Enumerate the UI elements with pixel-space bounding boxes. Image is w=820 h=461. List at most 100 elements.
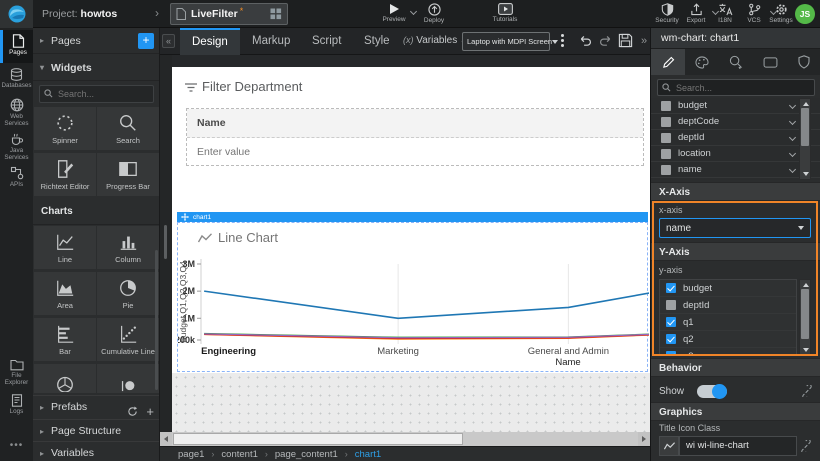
field-row-name[interactable]: name: [651, 162, 820, 178]
rail-item-apis[interactable]: APIs: [0, 162, 33, 192]
widget-tile-bar-chart[interactable]: Bar: [34, 318, 96, 361]
scrollbar-thumb[interactable]: [801, 289, 809, 339]
tab-script[interactable]: Script: [300, 28, 353, 55]
rail-item-file-explorer[interactable]: File Explorer: [0, 355, 33, 390]
undo-button[interactable]: [578, 33, 593, 48]
scrollbar-thumb[interactable]: [801, 108, 809, 146]
y-axis-list-scrollbar[interactable]: [799, 279, 811, 356]
livefilter-form[interactable]: Name: [186, 108, 644, 166]
line-chart-widget-body[interactable]: Line Chart 3M2M1M200kEngineeringMarketin…: [177, 222, 648, 372]
checkbox[interactable]: [661, 133, 671, 143]
rail-item-java-services[interactable]: Java Services: [0, 128, 33, 162]
tab-design[interactable]: Design: [180, 28, 240, 55]
widget-tile-line-chart[interactable]: Line: [34, 226, 96, 269]
rail-item-pages[interactable]: Pages: [0, 30, 33, 63]
preview-button[interactable]: Preview: [374, 3, 414, 23]
checkbox[interactable]: [661, 165, 671, 175]
redo-button[interactable]: [598, 33, 613, 48]
checkbox[interactable]: [666, 317, 676, 327]
tab-styles[interactable]: [685, 49, 719, 75]
scroll-down-arrow[interactable]: [803, 348, 809, 352]
rail-item-logs[interactable]: Logs: [0, 390, 33, 420]
y-axis-section-header[interactable]: Y-Axis: [651, 242, 820, 261]
widget-tile-richtext-editor[interactable]: Richtext Editor: [34, 153, 96, 196]
checkbox[interactable]: [661, 149, 671, 159]
tab-device[interactable]: [753, 49, 787, 75]
breadcrumb-content1[interactable]: content1: [221, 449, 257, 460]
bind-property-icon[interactable]: [801, 385, 813, 397]
chevron-down-icon[interactable]: [789, 166, 796, 173]
field-row-deptid[interactable]: deptId: [651, 130, 820, 146]
canvas-grid-area[interactable]: [172, 373, 650, 432]
page-tab-livefilter[interactable]: LiveFilter *: [170, 3, 288, 25]
left-panel-scrollbar[interactable]: [155, 250, 158, 390]
variables-menu[interactable]: (x) Variables ⌄: [403, 35, 467, 46]
add-page-button[interactable]: +: [138, 33, 154, 49]
refresh-icon[interactable]: [127, 406, 138, 417]
checkbox[interactable]: [666, 283, 676, 293]
tab-style[interactable]: Style: [352, 28, 402, 55]
y-axis-option-budget[interactable]: budget: [660, 280, 796, 297]
scroll-up-arrow[interactable]: [803, 102, 809, 106]
bind-property-icon[interactable]: [800, 440, 812, 452]
section-pages[interactable]: ▸ Pages +: [33, 28, 160, 54]
behavior-section-header[interactable]: Behavior: [651, 358, 820, 377]
device-selector[interactable]: Laptop with MDPI Screen: [462, 32, 550, 51]
chart-widget[interactable]: chart1 Line Chart 3M2M1M200kEngineeringM…: [177, 212, 648, 372]
title-icon-class-input[interactable]: wi wi-line-chart: [679, 436, 797, 456]
checkbox[interactable]: [666, 351, 676, 356]
breadcrumb-chart1[interactable]: chart1: [355, 449, 381, 460]
field-row-budget[interactable]: budget: [651, 98, 820, 114]
widget-tile-column-chart[interactable]: Column: [97, 226, 159, 269]
section-prefabs[interactable]: ▸ Prefabs +: [33, 395, 160, 418]
tab-markup[interactable]: Markup: [240, 28, 302, 55]
horizontal-scrollbar-thumb[interactable]: [173, 433, 463, 445]
add-prefab-button[interactable]: +: [146, 404, 154, 419]
fields-list-scrollbar[interactable]: [799, 98, 811, 180]
scroll-right-arrow[interactable]: [638, 432, 650, 446]
y-axis-option-q2[interactable]: q2: [660, 331, 796, 348]
chevron-down-icon[interactable]: [789, 150, 796, 157]
widget-tile-partial[interactable]: [34, 364, 96, 393]
widgets-search-input[interactable]: [39, 85, 154, 103]
section-page-structure[interactable]: ▸ Page Structure: [33, 419, 160, 442]
widget-selection-bar[interactable]: chart1: [177, 212, 648, 222]
chevron-down-icon[interactable]: [789, 118, 796, 125]
tab-inspect[interactable]: [719, 49, 753, 75]
chevron-down-icon[interactable]: [789, 134, 796, 141]
x-axis-select[interactable]: name: [659, 218, 811, 238]
section-widgets[interactable]: ▾ Widgets: [33, 55, 160, 81]
breadcrumb-page1[interactable]: page1: [178, 449, 204, 460]
widget-tile-partial[interactable]: [97, 364, 159, 393]
show-toggle[interactable]: [697, 385, 727, 398]
checkbox[interactable]: [661, 101, 671, 111]
field-row-location[interactable]: location: [651, 146, 820, 162]
page-preview[interactable]: Filter Department Name chart1: [172, 67, 650, 373]
section-variables[interactable]: ▸ Variables: [33, 441, 160, 461]
user-avatar[interactable]: JS: [795, 4, 815, 24]
tutorials-button[interactable]: Tutorials: [485, 3, 525, 23]
rail-item-web-services[interactable]: Web Services: [0, 94, 33, 128]
rail-item-databases[interactable]: Databases: [0, 64, 33, 93]
x-axis-section-header[interactable]: X-Axis: [651, 182, 820, 201]
rail-more-button[interactable]: •••: [0, 440, 33, 451]
checkbox[interactable]: [666, 334, 676, 344]
grid-view-icon[interactable]: [270, 8, 282, 20]
widget-tile-area-chart[interactable]: Area: [34, 272, 96, 315]
widget-tile-spinner[interactable]: Spinner: [34, 107, 96, 150]
widget-tile-progress-bar[interactable]: Progress Bar: [97, 153, 159, 196]
y-axis-option-q1[interactable]: q1: [660, 314, 796, 331]
field-row-deptcode[interactable]: deptCode: [651, 114, 820, 130]
properties-search-input[interactable]: [657, 79, 815, 96]
y-axis-option-q3[interactable]: q3: [660, 348, 796, 356]
app-logo[interactable]: [0, 0, 33, 28]
collapse-right-panel-button[interactable]: »: [638, 34, 650, 48]
save-button[interactable]: [618, 33, 633, 48]
scroll-left-arrow[interactable]: [160, 432, 172, 446]
widget-tile-cumulative-line-chart[interactable]: Cumulative Line: [97, 318, 159, 361]
tab-properties[interactable]: [651, 49, 685, 75]
collapse-left-panel-button[interactable]: «: [162, 34, 175, 48]
graphics-section-header[interactable]: Graphics: [651, 402, 820, 421]
chevron-down-icon[interactable]: [789, 102, 796, 109]
checkbox[interactable]: [661, 117, 671, 127]
